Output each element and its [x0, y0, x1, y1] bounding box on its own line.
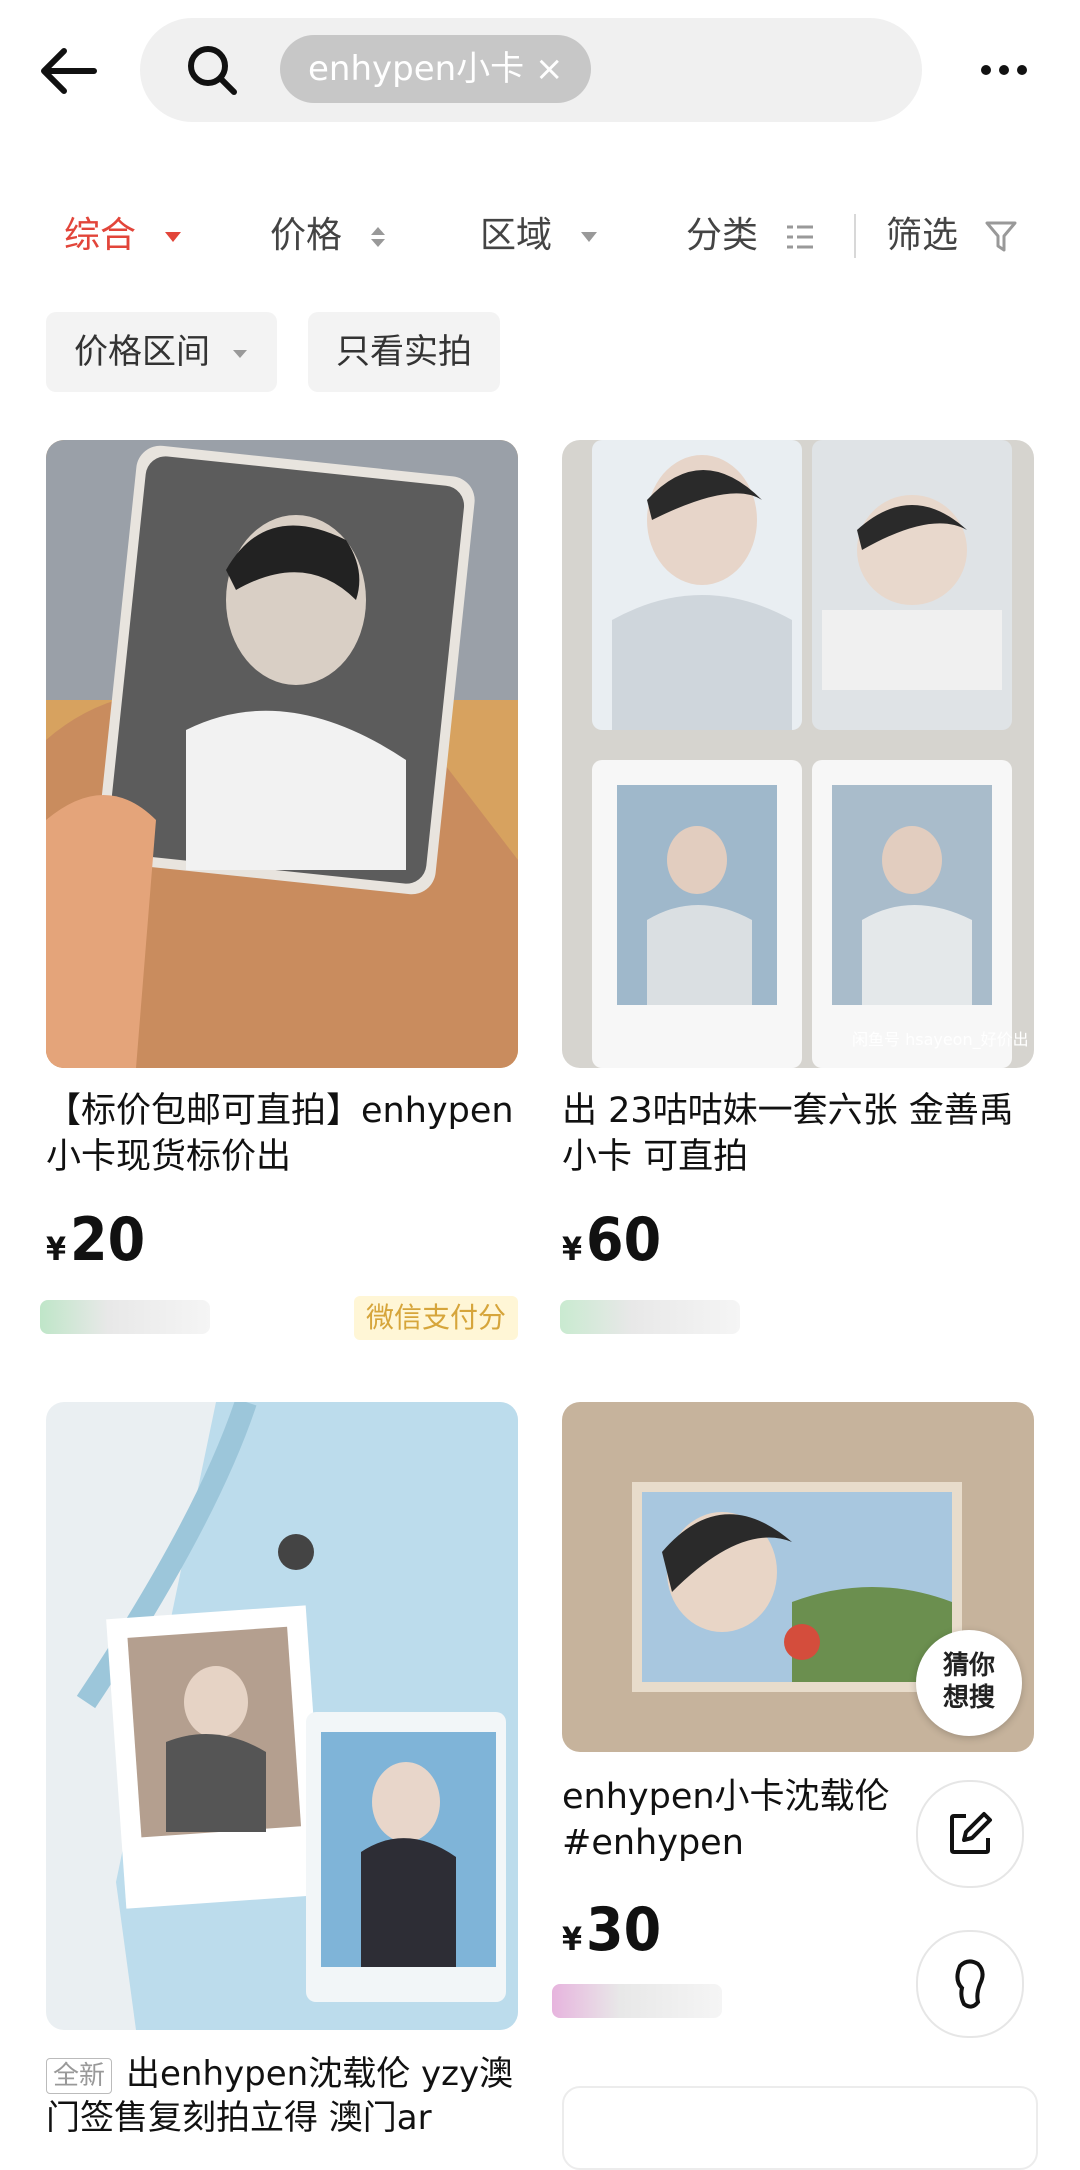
edit-button[interactable] [916, 1780, 1024, 1888]
tab-price[interactable]: 价格 [270, 208, 387, 264]
footprint-button[interactable] [916, 1930, 1024, 2038]
pill-label: 价格区间 [74, 332, 210, 372]
search-query-chip[interactable]: enhypen小卡 × [280, 35, 592, 103]
tab-label: 区域 [480, 215, 553, 256]
dropdown-caret-icon [232, 349, 247, 358]
back-arrow-icon[interactable] [34, 36, 104, 106]
search-bar[interactable]: enhypen小卡 × [140, 18, 922, 122]
guess-search-button[interactable]: 猜你想搜 [916, 1630, 1022, 1736]
tab-region[interactable]: 区域 [480, 208, 599, 264]
listing-price: ¥20 [46, 1208, 145, 1281]
listing-title[interactable]: 出 23咕咕妹一套六张 金善禹小卡 可直拍 [562, 1088, 1042, 1180]
listing-title: 出enhypen沈载伦 yzy澳门签售复刻拍立得 澳门ar [46, 2054, 514, 2138]
filter-divider [854, 214, 856, 258]
seller-info-blurred [560, 1300, 740, 1334]
edit-icon [950, 1812, 992, 1854]
currency-symbol: ¥ [562, 1230, 583, 1268]
price-value: 20 [70, 1205, 146, 1275]
tab-label: 综合 [64, 215, 137, 256]
more-options-icon[interactable] [974, 52, 1034, 88]
listing-price: ¥30 [562, 1898, 661, 1971]
funnel-icon [985, 221, 1017, 252]
listing-title[interactable]: 【标价包邮可直拍】enhypen小卡现货标价出 [46, 1088, 526, 1180]
photo-image [46, 1402, 518, 2030]
currency-symbol: ¥ [46, 1230, 67, 1268]
seller-info-blurred [40, 1300, 210, 1334]
price-range-pill[interactable]: 价格区间 [46, 312, 277, 392]
dropdown-caret-icon [581, 232, 598, 242]
wechat-pay-badge: 微信支付分 [354, 1296, 519, 1340]
footprint-icon [955, 1959, 985, 2009]
photo-image: 闲鱼号 hsayeon_好价出 [562, 440, 1034, 1068]
guess-search-label: 猜你想搜 [942, 1651, 995, 1713]
pill-label: 只看实拍 [336, 332, 472, 372]
listing-price: ¥60 [562, 1208, 661, 1281]
tab-category[interactable]: 分类 [686, 208, 815, 264]
listing-3-photo[interactable] [46, 1402, 518, 2030]
list-icon [787, 225, 814, 249]
listing-title[interactable]: enhypen小卡沈载伦#enhypen [562, 1774, 902, 1866]
watermark-text: 闲鱼号 hsayeon_好价出 [852, 1030, 1029, 1050]
price-value: 30 [586, 1895, 662, 1965]
tab-filter[interactable]: 筛选 [886, 208, 1017, 264]
new-condition-tag: 全新 [46, 2057, 113, 2094]
search-icon [188, 46, 237, 95]
price-value: 60 [586, 1205, 662, 1275]
photo-image [46, 440, 518, 1068]
next-listing-card[interactable] [562, 2086, 1038, 2170]
tab-label: 价格 [270, 215, 343, 256]
listing-title-block[interactable]: 全新 出enhypen沈载伦 yzy澳门签售复刻拍立得 澳门ar [46, 2052, 518, 2140]
listing-2-photo[interactable]: 闲鱼号 hsayeon_好价出 [562, 440, 1034, 1068]
tab-label: 分类 [686, 215, 759, 256]
real-photo-only-pill[interactable]: 只看实拍 [308, 312, 500, 392]
tab-label: 筛选 [886, 215, 959, 256]
dropdown-caret-icon [165, 232, 182, 242]
seller-info-blurred [552, 1984, 722, 2018]
sort-arrows-icon [371, 227, 386, 247]
listing-1-photo[interactable] [46, 440, 518, 1068]
currency-symbol: ¥ [562, 1920, 583, 1958]
tab-comprehensive[interactable]: 综合 [64, 208, 183, 264]
